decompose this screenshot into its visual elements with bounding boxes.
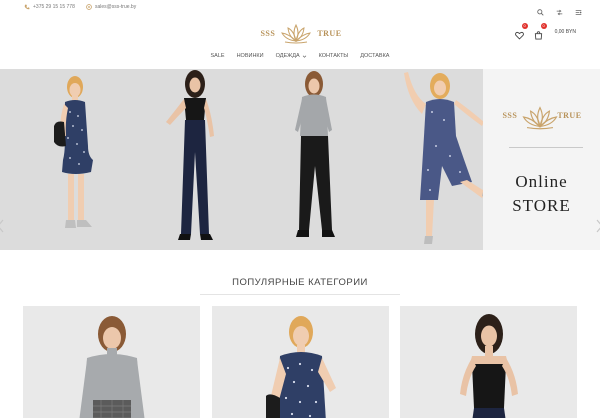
section-title: ПОПУЛЯРНЫЕ КАТЕГОРИИ — [232, 277, 368, 288]
lotus-logo-icon — [520, 104, 558, 130]
logo-text-left: SSS — [260, 28, 276, 38]
nav-label: SALE — [210, 53, 225, 59]
header-actions: 0 0 0,00 BYN — [514, 23, 576, 40]
nav-item-new[interactable]: НОВИНКИ — [237, 53, 264, 59]
nav-label: ОДЕЖДА — [275, 53, 300, 59]
hero-logo: SSS TRUE — [495, 101, 589, 130]
top-bar: +375 29 15 15 778 sales@sss-true.by — [0, 0, 600, 18]
hero-headline-line2: STORE — [512, 196, 571, 215]
nav-item-clothing[interactable]: ОДЕЖДА — [276, 53, 307, 59]
hero-logo-text-left: SSS — [502, 110, 518, 120]
category-photo-black-top — [459, 314, 518, 418]
category-photo-polka-top — [265, 316, 336, 418]
model-photo-black-top — [166, 70, 214, 240]
model-photo-polka-dress — [54, 76, 93, 228]
model-photo-grey-turtleneck — [295, 71, 335, 237]
site-logo[interactable]: SSS TRUE — [258, 20, 344, 46]
cart-badge: 0 — [540, 23, 547, 29]
wishlist-badge: 0 — [521, 23, 528, 29]
cart-button[interactable]: 0 — [534, 23, 547, 40]
lotus-logo-icon — [279, 22, 313, 44]
nav-label: КОНТАКТЫ — [318, 53, 349, 59]
email-address: sales@sss-true.by — [95, 4, 137, 10]
compare-icon[interactable] — [575, 3, 582, 15]
category-photo-turtleneck — [79, 316, 144, 418]
hero-logo-text-right: TRUE — [557, 110, 582, 120]
contact-email[interactable]: sales@sss-true.by — [86, 4, 136, 10]
category-card[interactable] — [400, 306, 577, 418]
search-icon[interactable] — [537, 3, 544, 16]
phone-icon — [24, 4, 30, 10]
email-icon — [86, 4, 92, 10]
contact-phone[interactable]: +375 29 15 15 778 — [24, 4, 75, 10]
phone-number: +375 29 15 15 778 — [33, 4, 75, 10]
category-card[interactable] — [212, 306, 389, 418]
slider-next-arrow-icon[interactable] — [595, 219, 600, 233]
nav-item-sale[interactable]: SALE — [211, 53, 225, 59]
hero-banner[interactable]: SSS TRUE Online STORE — [0, 69, 600, 250]
wishlist-button[interactable]: 0 — [514, 23, 528, 40]
logo-text-right: TRUE — [317, 28, 342, 38]
online-store-panel: SSS TRUE Online STORE — [483, 69, 600, 250]
main-nav: SALE НОВИНКИ ОДЕЖДА КОНТАКТЫ ДОСТАВКА — [0, 53, 600, 59]
nav-item-delivery[interactable]: ДОСТАВКА — [360, 53, 389, 59]
divider — [509, 147, 583, 148]
nav-item-contacts[interactable]: КОНТАКТЫ — [319, 53, 349, 59]
nav-label: НОВИНКИ — [236, 53, 264, 59]
category-card[interactable] — [23, 306, 200, 418]
heart-icon — [514, 31, 524, 40]
shuffle-icon[interactable] — [556, 3, 563, 16]
section-divider — [200, 294, 400, 295]
cart-total[interactable]: 0,00 BYN — [555, 29, 576, 35]
cart-icon — [534, 31, 542, 40]
slider-prev-arrow-icon[interactable] — [0, 219, 5, 233]
nav-label: ДОСТАВКА — [360, 53, 390, 59]
hero-headline-line1: Online — [515, 172, 568, 191]
top-icons — [537, 3, 582, 16]
chevron-down-icon — [302, 54, 307, 59]
